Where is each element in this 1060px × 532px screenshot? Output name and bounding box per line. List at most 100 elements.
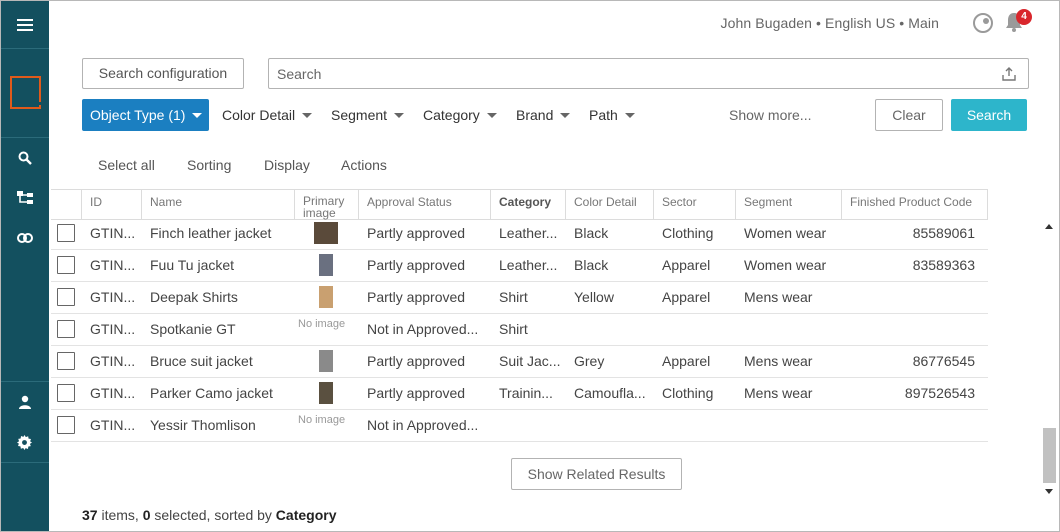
chevron-down-icon [486,112,497,118]
cell-id: GTIN... [90,257,135,273]
filter-label: Path [589,107,618,123]
results-summary: 37 items, 0 selected, sorted by Category [82,507,336,523]
cell-category: Suit Jac... [499,353,561,369]
user-info[interactable]: John Bugaden • English US • Main [721,15,939,31]
product-thumbnail[interactable] [314,222,338,244]
row-checkbox[interactable] [57,224,75,242]
cell-name: Parker Camo jacket [150,385,273,401]
cell-finished-product-code [841,282,975,313]
gear-icon[interactable] [0,422,49,462]
cell-sector: Apparel [662,353,711,369]
table-row[interactable]: GTIN... Parker Camo jacket Partly approved… [51,378,988,410]
cell-color-detail: Camoufla... [574,385,646,401]
product-thumbnail[interactable] [319,286,333,308]
filter-segment[interactable]: Segment [331,99,405,131]
hierarchy-icon[interactable] [0,178,49,218]
column-header-name[interactable]: Name [141,190,294,220]
user-icon[interactable] [0,382,49,422]
cell-sector: Clothing [662,225,714,241]
clear-button[interactable]: Clear [875,99,943,131]
cell-color-detail: Grey [574,353,605,369]
cell-segment [744,410,839,441]
filter-category[interactable]: Category [423,99,497,131]
table-row[interactable]: GTIN... Yessir Thomlison No image Not in Ap… [51,410,988,442]
theme-icon[interactable] [972,12,994,34]
row-checkbox[interactable] [57,288,75,306]
search-input[interactable] [277,65,987,83]
filter-brand[interactable]: Brand [516,99,571,131]
chevron-down-icon [560,112,571,118]
cell-finished-product-code: 86776545 [912,353,975,369]
scroll-down-arrow[interactable] [1045,489,1053,494]
column-header-sector[interactable]: Sector [653,190,735,220]
table-row[interactable]: GTIN... Finch leather jacket Partly approv… [51,218,988,250]
filter-label: Category [423,107,480,123]
cell-segment: Women wear [744,257,827,273]
product-thumbnail[interactable] [319,382,333,404]
item-count: 37 [82,507,98,523]
cell-sector: Clothing [662,385,714,401]
cell-sector [662,410,732,441]
link-icon[interactable] [0,218,49,258]
cell-color-detail: Black [574,257,609,273]
show-related-results-button[interactable]: Show Related Results [511,458,682,490]
notification-badge: 4 [1016,9,1032,25]
cell-approval-status: Partly approved [367,289,466,305]
product-thumbnail[interactable] [319,350,333,372]
table-row[interactable]: GTIN... Spotkanie GT No image Not in Approv… [51,314,988,346]
cell-approval-status: Partly approved [367,385,466,401]
column-header-approval-status[interactable]: Approval Status [358,190,490,220]
sidebar-divider [0,48,49,49]
logo-icon[interactable] [10,76,42,109]
cell-sector: Apparel [662,289,711,305]
sidebar [0,0,49,532]
table-header: ID Name Primary image Approval Status Ca… [51,189,988,220]
row-checkbox[interactable] [57,352,75,370]
cell-category [499,410,561,441]
table-row[interactable]: GTIN... Bruce suit jacket Partly approved S… [51,346,988,378]
cell-approval-status: Partly approved [367,353,466,369]
filter-color-detail[interactable]: Color Detail [222,99,313,131]
scroll-up-arrow[interactable] [1045,224,1053,229]
chevron-down-icon [394,112,405,118]
search-icon[interactable] [0,138,49,178]
actions-button[interactable]: Actions [341,157,387,173]
select-all-button[interactable]: Select all [98,157,155,173]
scrollbar-thumb[interactable] [1043,428,1056,483]
show-more-filters[interactable]: Show more... [729,99,811,131]
column-header-segment[interactable]: Segment [735,190,841,220]
search-button[interactable]: Search [951,99,1027,131]
column-header-color-detail[interactable]: Color Detail [565,190,653,220]
column-header-primary-image[interactable]: Primary image [294,190,358,220]
column-header-category[interactable]: Category [490,190,565,220]
sorting-button[interactable]: Sorting [187,157,231,173]
cell-name: Deepak Shirts [150,289,238,305]
cell-finished-product-code: 897526543 [904,385,975,401]
cell-color-detail: Black [574,225,609,241]
table-row[interactable]: GTIN... Deepak Shirts Partly approved Shirt… [51,282,988,314]
table-row[interactable]: GTIN... Fuu Tu jacket Partly approved Leath… [51,250,988,282]
export-icon[interactable] [1002,67,1016,81]
selected-count: 0 [142,507,151,523]
cell-segment: Mens wear [744,289,813,305]
cell-color-detail: Yellow [574,289,614,305]
row-checkbox[interactable] [57,256,75,274]
product-thumbnail[interactable] [319,254,333,276]
search-box [268,58,1029,89]
cell-segment: Mens wear [744,385,813,401]
menu-icon[interactable] [0,5,49,45]
cell-finished-product-code [841,410,975,441]
row-checkbox[interactable] [57,320,75,338]
display-button[interactable]: Display [264,157,310,173]
search-configuration-button[interactable]: Search configuration [82,58,244,89]
column-header-id[interactable]: ID [81,190,141,220]
filter-path[interactable]: Path [589,99,635,131]
column-header-finished-product-code[interactable]: Finished Product Code [841,190,988,220]
cell-segment: Mens wear [744,353,813,369]
row-checkbox[interactable] [57,416,75,434]
filter-object-type[interactable]: Object Type (1) [82,99,209,131]
cell-name: Finch leather jacket [150,225,272,241]
cell-finished-product-code [841,314,975,345]
row-checkbox[interactable] [57,384,75,402]
cell-id: GTIN... [90,385,135,401]
